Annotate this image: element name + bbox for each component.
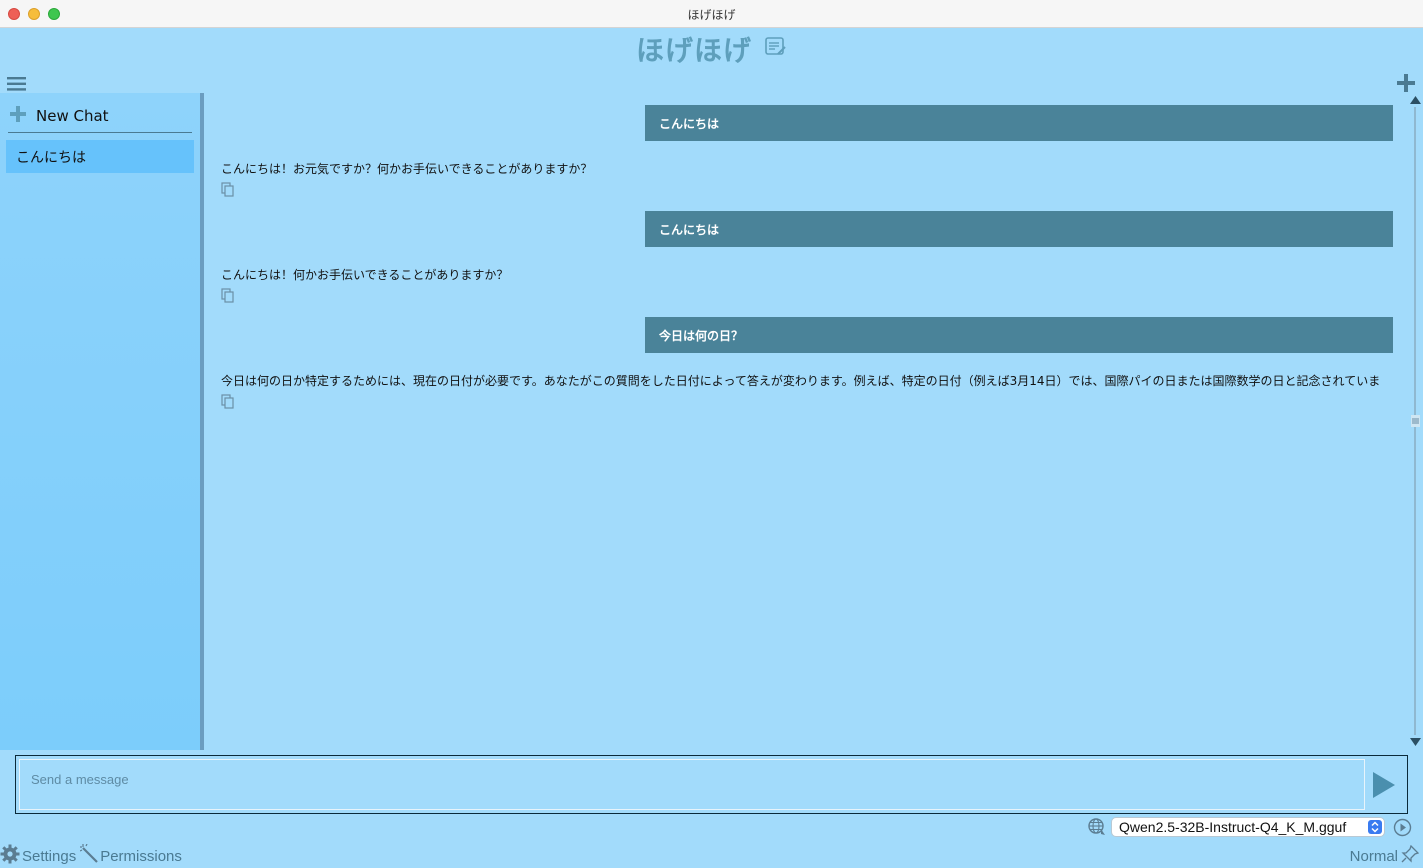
send-button[interactable] <box>1371 770 1397 804</box>
assistant-message: 今日は何の日か特定するためには、現在の日付が必要です。あなたがこの質問をした日付… <box>221 374 1381 388</box>
app-header: ほげほげ <box>0 30 1423 72</box>
gear-icon <box>0 844 22 868</box>
copy-icon[interactable] <box>221 182 235 201</box>
scroll-thumb[interactable] <box>1411 415 1420 427</box>
window-title: ほげほげ <box>687 8 736 22</box>
pin-icon[interactable] <box>1401 844 1420 867</box>
scroll-down-arrow-icon[interactable] <box>1410 738 1421 746</box>
chevron-updown-icon <box>1368 820 1382 834</box>
window-titlebar: ほげほげ <box>0 0 1423 28</box>
message-composer <box>15 755 1408 814</box>
settings-label: Settings <box>22 847 77 865</box>
new-chat-label: New Chat <box>36 106 109 125</box>
new-chat-button[interactable]: New Chat <box>8 99 192 133</box>
page-title: ほげほげ <box>635 34 752 67</box>
sidebar: New Chat こんにちは <box>0 93 200 750</box>
sidebar-item-chat[interactable]: こんにちは <box>6 140 194 173</box>
plus-icon <box>10 105 26 126</box>
footer-right: Normal <box>1350 844 1420 867</box>
chat-messages: こんにちは こんにちは！お元気ですか？何かお手伝いできることがありますか？ こん… <box>204 93 1408 750</box>
message-input[interactable] <box>20 760 1364 809</box>
sidebar-item-label: こんにちは <box>16 149 86 166</box>
user-message: 今日は何の日？ <box>645 317 1393 353</box>
user-message: こんにちは <box>645 211 1393 247</box>
model-select[interactable]: Qwen2.5-32B-Instruct-Q4_K_M.gguf <box>1111 817 1385 837</box>
copy-icon[interactable] <box>221 288 235 307</box>
play-circle-icon[interactable] <box>1393 818 1412 841</box>
assistant-message: こんにちは！何かお手伝いできることがありますか？ <box>221 268 509 282</box>
permissions-label: Permissions <box>100 847 182 865</box>
permissions-button[interactable]: Permissions <box>79 843 182 868</box>
copy-icon[interactable] <box>221 394 235 413</box>
globe-icon[interactable] <box>1088 818 1106 840</box>
chat-scrollbar[interactable] <box>1408 93 1423 750</box>
scroll-up-arrow-icon[interactable] <box>1410 96 1421 104</box>
magic-wand-icon <box>79 843 100 868</box>
message-input-frame <box>19 759 1365 810</box>
model-select-value: Qwen2.5-32B-Instruct-Q4_K_M.gguf <box>1119 819 1347 835</box>
footer-left: Settings Permissions <box>0 843 182 868</box>
settings-button[interactable]: Settings <box>0 844 76 868</box>
mode-label[interactable]: Normal <box>1350 848 1398 865</box>
edit-note-icon[interactable] <box>765 37 787 61</box>
user-message: こんにちは <box>645 105 1393 141</box>
send-icon <box>1373 772 1395 798</box>
assistant-message: こんにちは！お元気ですか？何かお手伝いできることがありますか？ <box>221 162 593 176</box>
